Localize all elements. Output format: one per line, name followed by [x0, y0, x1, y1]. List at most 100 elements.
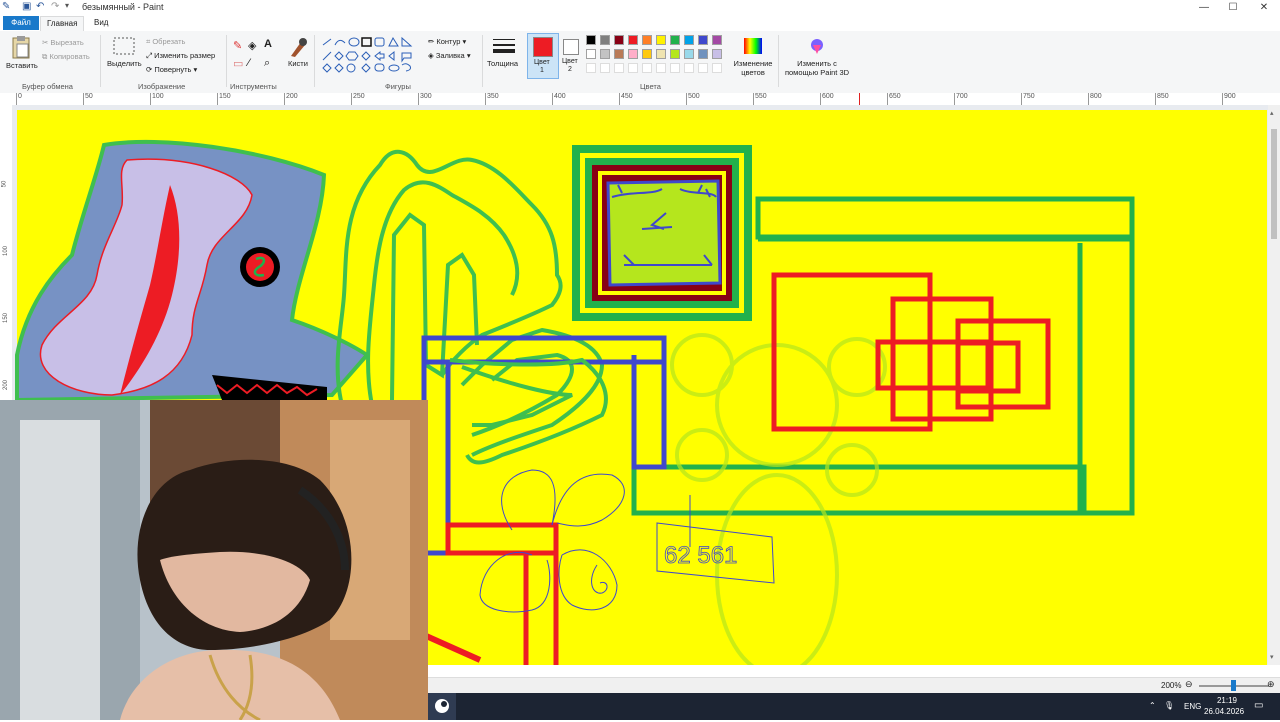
undo-icon[interactable]: ↶	[36, 1, 44, 12]
fill-bucket-icon[interactable]: ◈	[248, 39, 256, 52]
text-tool-icon[interactable]: A	[264, 38, 272, 50]
redo-icon[interactable]: ↷	[51, 1, 59, 12]
ruler-tick	[351, 93, 352, 105]
minimize-button[interactable]: —	[1190, 0, 1218, 15]
palette-swatch[interactable]	[586, 49, 596, 59]
scroll-up-icon[interactable]: ▴	[1270, 109, 1274, 117]
color1-button[interactable]: Цвет 1	[527, 33, 559, 79]
palette-swatch[interactable]	[642, 49, 652, 59]
color2-button[interactable]: Цвет 2	[560, 33, 582, 77]
color-picker-icon[interactable]: ⁄	[248, 57, 250, 69]
paste-icon[interactable]	[11, 35, 31, 59]
zoom-in-icon[interactable]: ⊕	[1267, 679, 1275, 690]
edit-colors-icon[interactable]	[743, 37, 763, 55]
custom-color-slot[interactable]	[684, 63, 694, 73]
palette-swatch[interactable]	[684, 49, 694, 59]
palette-swatch[interactable]	[656, 49, 666, 59]
ruler-tick	[820, 93, 821, 105]
cursor-position-marker	[859, 93, 860, 105]
file-tab[interactable]: Файл	[3, 16, 39, 30]
palette-swatch[interactable]	[712, 49, 722, 59]
paste-button[interactable]: Вставить	[6, 61, 38, 70]
zoom-slider-thumb[interactable]	[1231, 680, 1236, 691]
maximize-button[interactable]: ☐	[1219, 0, 1247, 15]
palette-swatch[interactable]	[614, 49, 624, 59]
palette-swatch[interactable]	[684, 35, 694, 45]
clock-date[interactable]: 26.04.2026	[1204, 707, 1244, 716]
quick-access-dropdown-icon[interactable]: ▾	[65, 1, 69, 10]
magnifier-icon[interactable]: ⌕	[264, 57, 270, 70]
outline-button[interactable]: ✏ Контур ▾	[428, 37, 466, 46]
paint3d-icon[interactable]	[808, 37, 826, 55]
custom-color-slot[interactable]	[712, 63, 722, 73]
select-button[interactable]: Выделить	[107, 59, 142, 68]
cut-button[interactable]: ✂ Вырезать	[42, 38, 84, 47]
vertical-scrollbar[interactable]: ▴ ▾	[1268, 105, 1280, 665]
custom-color-slot[interactable]	[628, 63, 638, 73]
custom-color-slot[interactable]	[642, 63, 652, 73]
separator	[482, 35, 483, 87]
size-button[interactable]: Толщина	[487, 59, 518, 68]
ruler-label: 900	[1224, 93, 1236, 100]
palette-swatch[interactable]	[642, 35, 652, 45]
fill-button[interactable]: ◈ Заливка ▾	[428, 51, 471, 60]
palette-swatch[interactable]	[656, 35, 666, 45]
tray-chevron-icon[interactable]: ⌃	[1149, 701, 1156, 710]
ruler-tick	[552, 93, 553, 105]
custom-color-slot[interactable]	[670, 63, 680, 73]
palette-swatch[interactable]	[600, 49, 610, 59]
eraser-icon[interactable]: ▭	[233, 57, 243, 70]
notifications-icon[interactable]: ▭	[1254, 700, 1263, 711]
edit-colors-button[interactable]: Изменение цветов	[732, 59, 774, 77]
palette-swatch[interactable]	[600, 35, 610, 45]
ruler-label: 650	[889, 93, 901, 100]
size-icon[interactable]	[492, 37, 516, 55]
custom-color-slot[interactable]	[586, 63, 596, 73]
palette-swatch[interactable]	[698, 49, 708, 59]
custom-color-slot[interactable]	[614, 63, 624, 73]
palette-swatch[interactable]	[670, 35, 680, 45]
paint3d-button[interactable]: Изменить с помощью Paint 3D	[782, 59, 852, 77]
scroll-down-icon[interactable]: ▾	[1270, 653, 1274, 661]
number-text: 62 561	[664, 542, 737, 569]
webcam-image	[0, 400, 428, 720]
resize-button[interactable]: ⤢ Изменить размер	[146, 51, 215, 61]
clock-time[interactable]: 21:19	[1212, 696, 1242, 705]
palette-swatch[interactable]	[698, 35, 708, 45]
steam-taskbar-button[interactable]	[428, 693, 456, 720]
pencil-icon[interactable]: ✎	[233, 39, 242, 52]
palette-swatch[interactable]	[670, 49, 680, 59]
crop-button[interactable]: ⌗ Обрезать	[146, 37, 185, 47]
zoom-out-icon[interactable]: ⊖	[1185, 679, 1193, 690]
select-icon[interactable]	[113, 37, 135, 55]
palette-swatch[interactable]	[586, 35, 596, 45]
custom-color-slot[interactable]	[656, 63, 666, 73]
ruler-tick	[686, 93, 687, 105]
ruler-label: 800	[1090, 93, 1102, 100]
view-tab[interactable]: Вид	[88, 16, 114, 30]
rotate-button[interactable]: ⟳ Повернуть ▾	[146, 65, 197, 74]
custom-color-slot[interactable]	[600, 63, 610, 73]
language-indicator[interactable]: ENG	[1184, 702, 1201, 711]
microphone-icon[interactable]: 🎙	[1164, 701, 1174, 710]
ruler-label: 750	[1023, 93, 1035, 100]
brushes-button[interactable]: Кисти	[288, 59, 308, 68]
ruler-label: 150	[3, 312, 10, 324]
scroll-thumb[interactable]	[1271, 129, 1277, 239]
palette-swatch[interactable]	[712, 35, 722, 45]
palette-swatch[interactable]	[628, 49, 638, 59]
ruler-tick	[753, 93, 754, 105]
save-icon[interactable]: ▣	[22, 1, 31, 12]
custom-color-slot[interactable]	[698, 63, 708, 73]
crop-label: Обрезать	[152, 37, 186, 46]
color1-num: 1	[540, 67, 544, 74]
shapes-gallery[interactable]	[320, 36, 416, 74]
palette-swatch[interactable]	[628, 35, 638, 45]
copy-button[interactable]: ⧉ Копировать	[42, 52, 90, 62]
ruler-label: 200	[286, 93, 298, 100]
palette-swatch[interactable]	[614, 35, 624, 45]
home-tab[interactable]: Главная	[40, 16, 85, 31]
ruler-label: 400	[554, 93, 566, 100]
close-button[interactable]: ✕	[1250, 0, 1278, 15]
brushes-icon[interactable]	[287, 36, 309, 58]
